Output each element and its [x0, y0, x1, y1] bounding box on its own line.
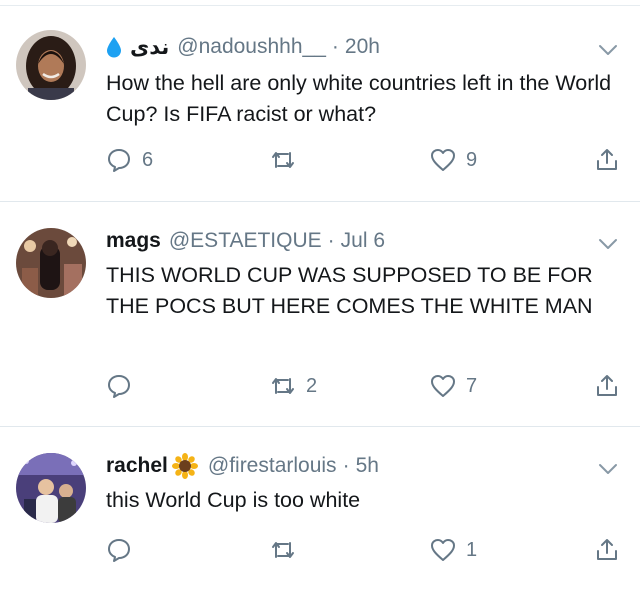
retweet-button[interactable]	[270, 533, 306, 567]
tweet-header: mags @ESTAETIQUE · Jul 6	[106, 226, 385, 256]
avatar-photo-icon	[16, 228, 86, 298]
share-button[interactable]	[594, 533, 620, 567]
user-handle[interactable]: @firestarlouis	[208, 454, 337, 478]
like-button[interactable]: 7	[430, 369, 477, 403]
tweet-text: How the hell are only white countries le…	[106, 71, 612, 126]
tweet-actions: 1	[0, 533, 640, 567]
chevron-down-icon[interactable]	[596, 38, 620, 62]
tweet-1[interactable]: ندى @nadoushhh__ · 20h How the hell are …	[0, 6, 640, 202]
retweet-icon	[272, 378, 294, 394]
share-icon	[597, 149, 617, 170]
heart-icon	[431, 149, 455, 171]
share-icon	[597, 539, 617, 560]
like-count: 1	[466, 538, 478, 561]
display-name[interactable]: mags	[106, 229, 161, 253]
chevron-down-icon[interactable]	[596, 457, 620, 481]
water-drop-icon	[107, 37, 121, 58]
retweet-icon	[272, 152, 294, 168]
timestamp[interactable]: 20h	[345, 35, 380, 59]
sunflower-icon	[171, 453, 198, 479]
timestamp[interactable]: 5h	[356, 454, 379, 478]
tweet-actions: 2 7	[0, 369, 640, 403]
user-handle[interactable]: @ESTAETIQUE	[169, 229, 322, 253]
separator-dot: ·	[331, 35, 339, 58]
tweet-2[interactable]: mags @ESTAETIQUE · Jul 6 THIS WORLD CUP …	[0, 202, 640, 427]
like-count: 9	[466, 148, 478, 171]
heart-icon	[431, 539, 455, 561]
tweet-header: rachel @firestarlouis · 5h	[106, 451, 379, 481]
reply-button[interactable]	[106, 369, 142, 403]
avatar[interactable]	[16, 30, 86, 100]
tweet-3[interactable]: rachel @firestarlouis · 5h this World Cu…	[0, 427, 640, 591]
reply-icon	[108, 539, 130, 562]
avatar-photo-icon	[16, 30, 86, 100]
timestamp[interactable]: Jul 6	[341, 229, 385, 253]
like-button[interactable]: 9	[430, 143, 477, 177]
reply-count: 6	[142, 148, 154, 171]
tweet-header: ندى @nadoushhh__ · 20h	[106, 32, 380, 62]
tweet-feed: ندى @nadoushhh__ · 20h How the hell are …	[0, 0, 640, 591]
separator-dot: ·	[342, 454, 350, 477]
reply-icon	[108, 149, 130, 172]
chevron-down-icon[interactable]	[596, 232, 620, 256]
share-button[interactable]	[594, 369, 620, 403]
user-handle[interactable]: @nadoushhh__	[177, 35, 326, 59]
display-name[interactable]: rachel	[106, 454, 168, 478]
display-name[interactable]: ندى	[130, 35, 169, 60]
tweet-text: THIS WORLD CUP WAS SUPPOSED TO BE FOR TH…	[106, 263, 593, 318]
retweet-button[interactable]	[270, 143, 306, 177]
share-icon	[597, 375, 617, 396]
avatar[interactable]	[16, 453, 86, 523]
tweet-text: this World Cup is too white	[106, 488, 361, 512]
avatar[interactable]	[16, 228, 86, 298]
share-button[interactable]	[594, 143, 620, 177]
like-button[interactable]: 1	[430, 533, 477, 567]
retweet-button[interactable]: 2	[270, 369, 317, 403]
like-count: 7	[466, 374, 478, 397]
heart-icon	[431, 375, 455, 397]
tweet-actions: 6 9	[0, 143, 640, 177]
retweet-count: 2	[306, 374, 318, 397]
separator-dot: ·	[327, 229, 335, 252]
reply-button[interactable]: 6	[106, 143, 153, 177]
retweet-icon	[272, 542, 294, 558]
reply-button[interactable]	[106, 533, 142, 567]
reply-icon	[108, 375, 130, 398]
avatar-photo-icon	[16, 453, 86, 523]
